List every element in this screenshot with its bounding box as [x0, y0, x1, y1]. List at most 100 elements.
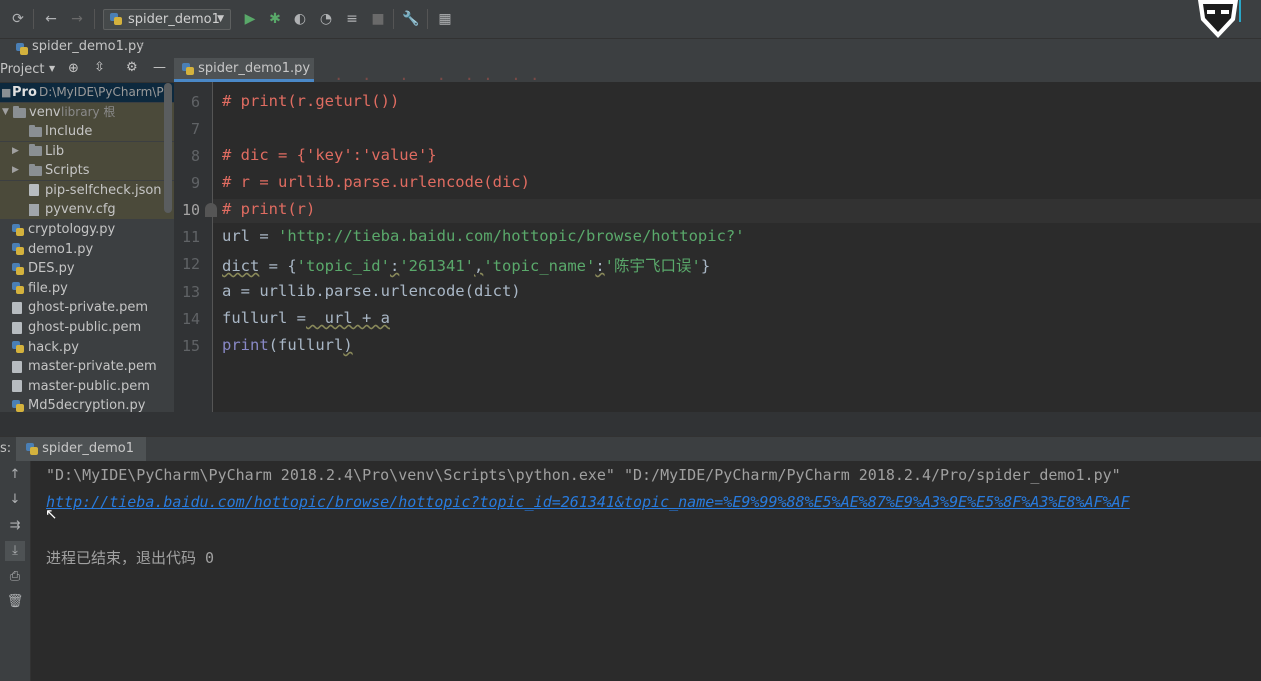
- forward-icon[interactable]: →: [67, 9, 87, 29]
- print-icon[interactable]: ⎙: [5, 567, 25, 587]
- trash-icon[interactable]: 🗑: [5, 592, 25, 612]
- tree-item[interactable]: master-public.pem: [0, 377, 174, 396]
- tree-item[interactable]: file.py: [0, 279, 174, 298]
- coverage-icon[interactable]: ◐: [290, 9, 310, 29]
- run-tool-header: s: spider_demo1 ✕: [0, 436, 1261, 479]
- run-configuration-select[interactable]: spider_demo1 ▼: [103, 9, 231, 30]
- wrench-icon[interactable]: 🔧: [401, 9, 421, 29]
- tree-item[interactable]: ghost-private.pem: [0, 298, 174, 317]
- tree-item-label: ghost-public.pem: [28, 320, 142, 335]
- mouse-cursor-icon: ↖: [45, 505, 58, 523]
- python-file-icon: [110, 13, 122, 25]
- file-icon: [29, 184, 39, 197]
- main-toolbar: ⟳ ← → spider_demo1 ▼ ▶ ✱ ◐ ◔ ≡ ■ 🔧 ▦: [0, 0, 1261, 38]
- console-command-line: "D:\MyIDE\PyCharm\PyCharm 2018.2.4\Pro\v…: [46, 466, 1121, 484]
- python-file-icon: [12, 341, 24, 354]
- file-icon: [12, 380, 22, 393]
- tree-item[interactable]: cryptology.py: [0, 220, 174, 239]
- run-tab-label: spider_demo1: [42, 441, 135, 456]
- tree-root-path: D:\MyIDE\PyCharm\Py: [39, 85, 171, 99]
- debug-icon[interactable]: ✱: [265, 9, 285, 29]
- run-icon[interactable]: ▶: [240, 9, 260, 29]
- tree-item[interactable]: ghost-public.pem: [0, 318, 174, 337]
- project-scrollbar[interactable]: [164, 83, 172, 213]
- breadcrumb-separator-icon: ›: [139, 38, 145, 53]
- project-panel-header: Project ▼ ⊕ ⇳ ⚙ —: [0, 58, 174, 83]
- toolbar-separator: [33, 9, 34, 29]
- chevron-right-icon[interactable]: ▶: [12, 161, 19, 180]
- chevron-down-icon[interactable]: ▼: [49, 64, 55, 73]
- tree-item[interactable]: master-private.pem: [0, 357, 174, 376]
- code-editor[interactable]: [213, 82, 1261, 412]
- arrow-up-icon[interactable]: ↑: [5, 465, 25, 485]
- tree-item[interactable]: pip-selfcheck.json: [0, 180, 174, 200]
- project-tree: ■ Pro D:\MyIDE\PyCharm\Py ▼ venv library…: [0, 83, 174, 435]
- code-line-11: url = 'http://tieba.baidu.com/hottopic/b…: [222, 227, 745, 245]
- tree-item-label: file.py: [28, 280, 68, 296]
- line-number: 14: [181, 310, 200, 328]
- run-tab[interactable]: spider_demo1 ✕: [16, 437, 146, 479]
- run-config-label: spider_demo1: [128, 12, 220, 27]
- profile-icon[interactable]: ◔: [316, 9, 336, 29]
- folder-icon: [29, 124, 42, 137]
- current-line-highlight: [213, 199, 1261, 223]
- channel-logo-icon: [1198, 0, 1241, 38]
- toolbar-separator: [427, 9, 428, 29]
- tree-item[interactable]: ▶ Lib: [0, 141, 174, 161]
- python-file-icon: [12, 282, 24, 295]
- code-line-9: # r = urllib.parse.urlencode(dic): [222, 173, 530, 191]
- code-line-13: a = urllib.parse.urlencode(dict): [222, 282, 521, 300]
- file-icon: [12, 360, 22, 373]
- line-number: 9: [190, 174, 200, 192]
- tree-item[interactable]: DES.py: [0, 259, 174, 278]
- structure-icon[interactable]: ▦: [435, 9, 455, 29]
- breadcrumb-file[interactable]: spider_demo1.py: [32, 39, 144, 54]
- tree-item[interactable]: hack.py: [0, 338, 174, 357]
- locate-icon[interactable]: ⊕: [68, 61, 79, 76]
- code-line-8: # dic = {'key':'value'}: [222, 146, 437, 164]
- tree-item-label: DES.py: [28, 261, 75, 277]
- fold-marker-icon[interactable]: [205, 203, 217, 217]
- tree-item-label: Lib: [45, 143, 65, 159]
- line-number: 15: [181, 337, 200, 355]
- tree-item-venv[interactable]: ▼ venv library 根: [0, 103, 174, 122]
- line-number: 7: [190, 120, 200, 138]
- concurrency-icon[interactable]: ≡: [342, 9, 362, 29]
- chevron-right-icon[interactable]: ▶: [12, 142, 19, 161]
- tree-item-note: library 根: [61, 105, 116, 119]
- file-icon: [12, 321, 22, 334]
- tree-item[interactable]: Include: [0, 122, 174, 141]
- python-file-icon: [182, 62, 194, 75]
- gear-icon[interactable]: ⚙: [126, 60, 138, 75]
- tree-item-label: pip-selfcheck.json: [45, 182, 162, 198]
- tree-item[interactable]: pyvenv.cfg: [0, 200, 174, 220]
- stop-icon[interactable]: ■: [368, 9, 388, 29]
- hide-panel-icon[interactable]: —: [153, 60, 166, 75]
- tree-item-label: pyvenv.cfg: [45, 202, 116, 218]
- code-line-12: dict = {'topic_id':'261341','topic_name'…: [222, 257, 711, 275]
- tree-root[interactable]: ■ Pro D:\MyIDE\PyCharm\Py: [0, 83, 174, 102]
- sync-icon[interactable]: ⟳: [8, 9, 28, 29]
- project-view-selector[interactable]: Project: [0, 62, 44, 77]
- console-output-link[interactable]: http://tieba.baidu.com/hottopic/browse/h…: [46, 493, 1130, 511]
- soft-wrap-icon[interactable]: ⇉: [5, 516, 25, 536]
- line-number: 10: [181, 201, 200, 219]
- collapse-all-icon[interactable]: ⇳: [94, 60, 105, 75]
- line-number: 8: [190, 147, 200, 165]
- navigation-bar: spider_demo1.py ›: [0, 38, 1261, 59]
- file-icon: [12, 301, 22, 314]
- chevron-down-icon[interactable]: ▼: [2, 103, 9, 122]
- tree-item-label: master-private.pem: [28, 359, 157, 375]
- run-side-toolbar: ↑ ↓ ⇉ ⤓ ⎙ 🗑: [0, 461, 31, 681]
- tree-item-label: Scripts: [45, 163, 90, 179]
- tree-item[interactable]: demo1.py: [0, 240, 174, 259]
- python-file-icon: [12, 399, 24, 412]
- tree-item-label: master-public.pem: [28, 378, 150, 394]
- tree-item-label: demo1.py: [28, 241, 94, 257]
- editor-bottom-area: [0, 412, 1261, 436]
- tree-root-name: Pro: [12, 85, 37, 100]
- back-icon[interactable]: ←: [41, 9, 61, 29]
- scroll-to-end-icon[interactable]: ⤓: [5, 541, 25, 561]
- arrow-down-icon[interactable]: ↓: [5, 490, 25, 510]
- tree-item[interactable]: ▶ Scripts: [0, 161, 174, 181]
